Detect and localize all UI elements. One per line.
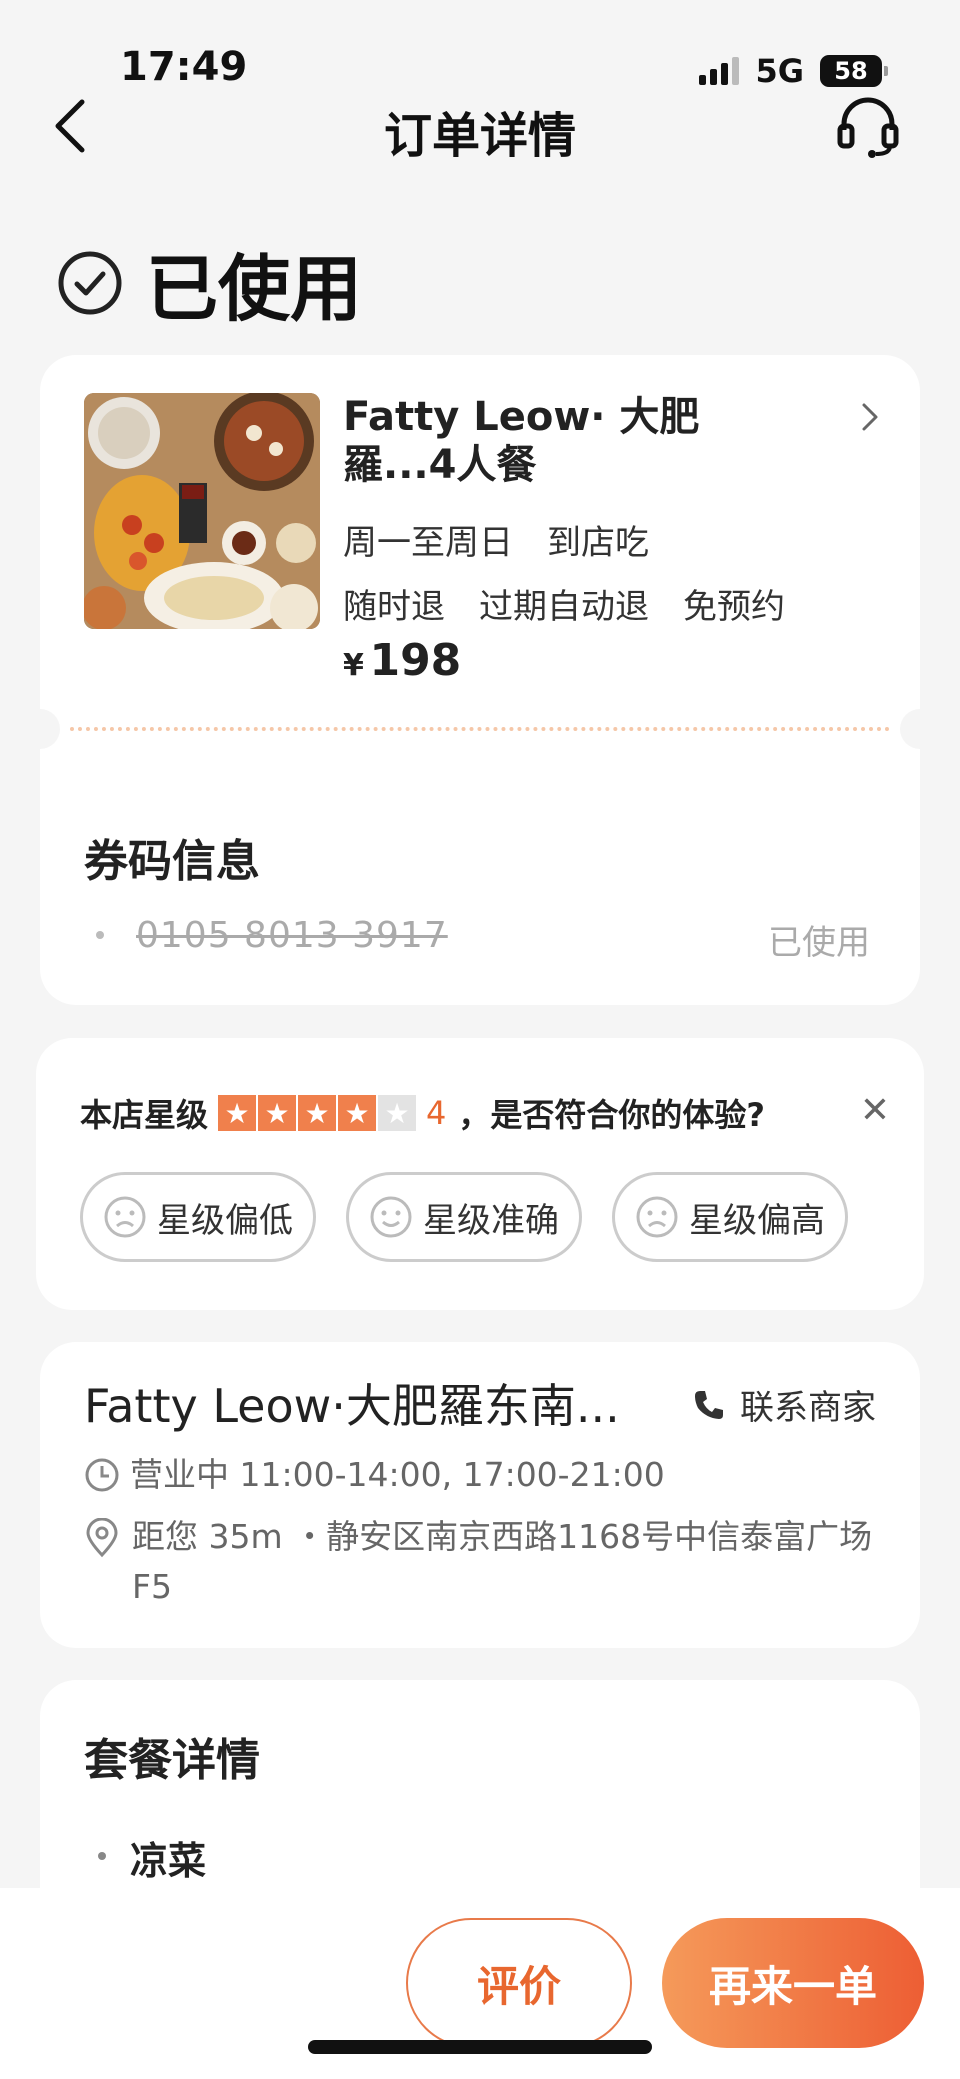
tag-no-reservation: 免预约 bbox=[683, 587, 785, 627]
star-empty-icon: ★ bbox=[378, 1095, 417, 1131]
product-price: ¥ 198 bbox=[343, 635, 461, 686]
sad-face-icon bbox=[636, 1196, 678, 1238]
product-mode: 到店吃 bbox=[547, 523, 649, 563]
rating-label: 本店星级 bbox=[80, 1096, 209, 1134]
shop-name[interactable]: Fatty Leow·大肥羅东南... bbox=[84, 1370, 694, 1436]
shop-hours: 营业中 11:00-14:00, 17:00-21:00 bbox=[84, 1450, 665, 1500]
status-icons: 5G 58 bbox=[699, 52, 888, 90]
currency-symbol: ¥ bbox=[343, 648, 364, 683]
coupon-code: 0105 8013 3917 bbox=[136, 915, 448, 956]
rating-option-high-label: 星级偏高 bbox=[689, 1200, 825, 1241]
package-section-title: 套餐详情 bbox=[84, 1735, 260, 1786]
rating-score: 4 bbox=[426, 1094, 447, 1132]
coupon-bullet bbox=[96, 931, 104, 939]
customer-service-icon[interactable] bbox=[834, 92, 902, 160]
ticket-notch-right bbox=[900, 709, 940, 749]
product-availability: 周一至周日 到店吃 bbox=[343, 515, 649, 564]
package-item: 凉菜 bbox=[130, 1839, 207, 1883]
contact-merchant-label: 联系商家 bbox=[740, 1388, 876, 1428]
shop-info-card: Fatty Leow·大肥羅东南... 联系商家 营业中 11:00-14:00… bbox=[40, 1342, 920, 1648]
battery-icon: 58 bbox=[820, 55, 888, 87]
rating-question-text: ，是否符合你的体验? bbox=[458, 1096, 765, 1134]
star-rating: ★ ★ ★ ★ ★ bbox=[218, 1095, 417, 1131]
rating-question: 本店星级 ★ ★ ★ ★ ★ 4 ，是否符合你的体验? bbox=[80, 1090, 765, 1136]
reorder-button[interactable]: 再来一单 bbox=[662, 1918, 924, 2048]
signal-icon bbox=[699, 57, 740, 85]
star-filled-icon: ★ bbox=[258, 1095, 297, 1131]
product-thumbnail[interactable] bbox=[84, 393, 320, 629]
contact-merchant-button[interactable]: 联系商家 bbox=[692, 1380, 876, 1429]
price-amount: 198 bbox=[369, 635, 462, 686]
status-time: 17:49 bbox=[120, 44, 248, 90]
product-days: 周一至周日 bbox=[343, 523, 513, 563]
rating-feedback-card: 本店星级 ★ ★ ★ ★ ★ 4 ，是否符合你的体验? ✕ 星级偏低 星级准确 … bbox=[36, 1038, 924, 1310]
chevron-right-icon[interactable] bbox=[858, 397, 882, 437]
order-status-label: 已使用 bbox=[146, 247, 363, 331]
coupon-section-title: 券码信息 bbox=[84, 836, 260, 887]
check-circle-icon bbox=[58, 251, 122, 314]
order-detail-page: 17:49 5G 58 订单详情 已使用 Fatty Leow· 大肥羅...4… bbox=[0, 0, 960, 2079]
shop-hours-text: 营业中 11:00-14:00, 17:00-21:00 bbox=[130, 1455, 665, 1494]
coupon-status: 已使用 bbox=[768, 923, 870, 963]
clock-icon bbox=[85, 1458, 119, 1492]
ticket-divider bbox=[70, 727, 890, 731]
product-card: Fatty Leow· 大肥羅...4人餐 周一至周日 到店吃 随时退 过期自动… bbox=[20, 355, 940, 1005]
phone-icon bbox=[695, 1390, 723, 1419]
shop-address[interactable]: 距您 35m ・静安区南京西路1168号中信泰富广场F5 bbox=[84, 1512, 884, 1612]
rating-option-accurate-label: 星级准确 bbox=[423, 1200, 559, 1241]
review-button[interactable]: 评价 bbox=[406, 1918, 632, 2048]
rating-option-accurate[interactable]: 星级准确 bbox=[346, 1172, 582, 1262]
home-indicator bbox=[308, 2040, 652, 2054]
tag-auto-refund: 过期自动退 bbox=[479, 587, 649, 627]
network-label: 5G bbox=[755, 52, 804, 90]
star-filled-icon: ★ bbox=[298, 1095, 337, 1131]
shop-address-text: 距您 35m ・静安区南京西路1168号中信泰富广场F5 bbox=[132, 1517, 873, 1606]
rating-option-low[interactable]: 星级偏低 bbox=[80, 1172, 316, 1262]
order-status-header: 已使用 bbox=[56, 230, 362, 335]
star-filled-icon: ★ bbox=[218, 1095, 257, 1131]
package-bullet bbox=[98, 1852, 106, 1860]
page-title: 订单详情 bbox=[383, 108, 576, 164]
close-icon[interactable]: ✕ bbox=[860, 1090, 890, 1131]
sad-face-icon bbox=[104, 1196, 146, 1238]
smile-face-icon bbox=[370, 1196, 412, 1238]
star-filled-icon: ★ bbox=[338, 1095, 377, 1131]
product-tags: 随时退 过期自动退 免预约 bbox=[343, 579, 785, 628]
location-pin-icon bbox=[86, 1518, 118, 1558]
product-name[interactable]: Fatty Leow· 大肥羅...4人餐 bbox=[343, 393, 803, 489]
ticket-notch-left bbox=[20, 709, 60, 749]
rating-option-low-label: 星级偏低 bbox=[157, 1200, 293, 1241]
rating-option-high[interactable]: 星级偏高 bbox=[612, 1172, 848, 1262]
rating-options: 星级偏低 星级准确 星级偏高 bbox=[80, 1172, 848, 1262]
tag-refund-anytime: 随时退 bbox=[343, 587, 445, 627]
